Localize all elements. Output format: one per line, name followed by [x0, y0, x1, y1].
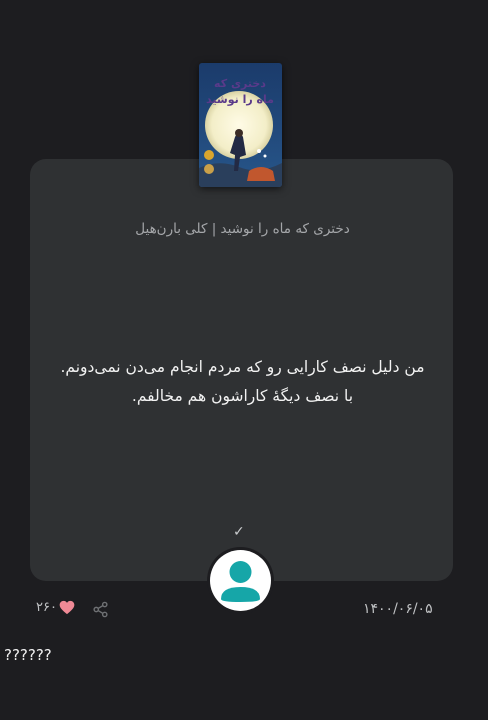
cover-title-line2: ماه را نوشید: [206, 93, 274, 106]
heart-icon[interactable]: [59, 600, 75, 615]
like-count: ۲۶۰: [36, 600, 57, 615]
share-icon[interactable]: [92, 601, 109, 618]
book-title-author[interactable]: دختری که ماه را نوشید | کلی بارن‌هیل: [40, 221, 445, 237]
post-date: ۱۴۰۰/۰۶/۰۵: [363, 601, 433, 617]
like-button[interactable]: ۲۶۰: [36, 600, 75, 615]
quote-text: من دلیل نصف کارایی رو که مردم انجام می‌د…: [60, 358, 425, 405]
book-cover-art: دختری که ماه را نوشید: [199, 63, 282, 187]
user-avatar-icon[interactable]: [210, 550, 271, 611]
check-icon: ✓: [233, 524, 245, 540]
avatar-glyph: [221, 561, 260, 602]
cover-title-line1: دختری که: [214, 77, 266, 90]
comment-text: ??????: [4, 646, 52, 664]
post-page: دختری که ماه را نوشید دختری که ماه را نو…: [0, 0, 488, 720]
book-cover[interactable]: دختری که ماه را نوشید: [199, 63, 282, 187]
